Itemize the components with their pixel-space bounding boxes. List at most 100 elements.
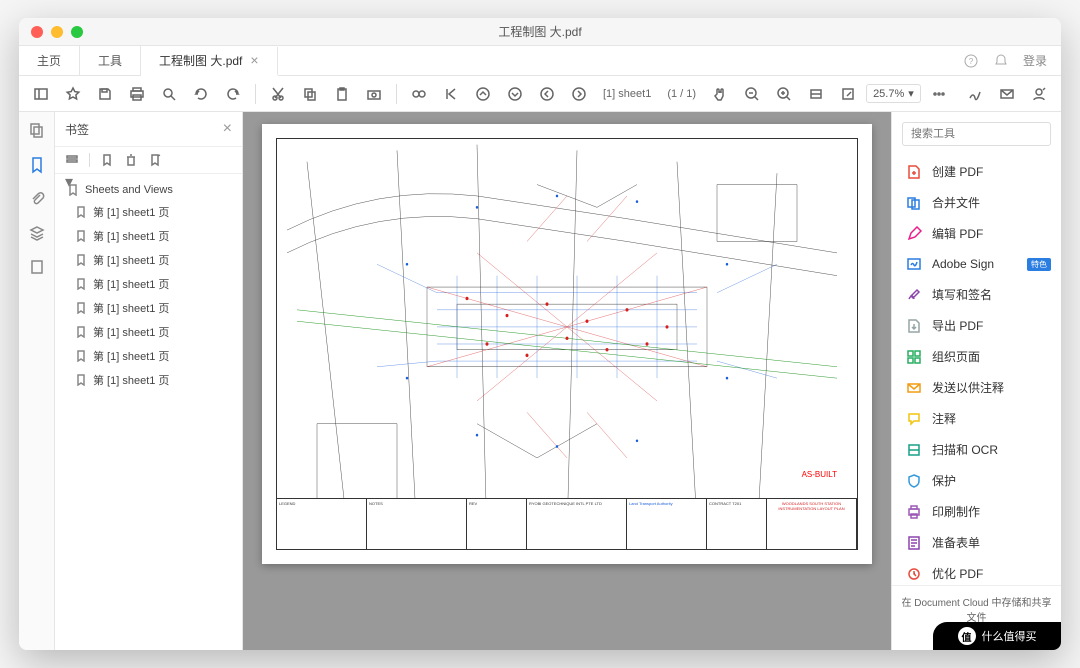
bookmark-item-7[interactable]: 第 [1] sheet1 页 (55, 368, 242, 392)
bookmark-item-5[interactable]: 第 [1] sheet1 页 (55, 320, 242, 344)
page-up-icon[interactable] (469, 80, 497, 108)
tab-tools[interactable]: 工具 (80, 46, 141, 75)
tab-home[interactable]: 主页 (19, 46, 80, 75)
page-icon[interactable] (28, 258, 46, 276)
search-tools-input[interactable] (902, 122, 1051, 146)
close-sidebar-icon[interactable]: × (223, 120, 232, 138)
tool-组织页面[interactable]: 组织页面 (896, 341, 1057, 372)
sidebar-title: 书签 (65, 121, 89, 138)
cut-icon[interactable] (264, 80, 292, 108)
tool-印刷制作[interactable]: 印刷制作 (896, 496, 1057, 527)
bookmark-item-2[interactable]: 第 [1] sheet1 页 (55, 248, 242, 272)
tool-填写和签名[interactable]: 填写和签名 (896, 279, 1057, 310)
page-down-icon[interactable] (501, 80, 529, 108)
more-icon[interactable] (925, 80, 953, 108)
legend-cell: LEGEND (277, 499, 367, 549)
tool-icon (906, 411, 922, 427)
bookmark-item-0[interactable]: 第 [1] sheet1 页 (55, 200, 242, 224)
as-built-stamp: AS-BUILT (802, 470, 837, 479)
sidepanel-toggle-icon[interactable] (27, 80, 55, 108)
tool-label: 印刷制作 (932, 503, 980, 520)
bookmark-find-icon[interactable] (100, 153, 114, 167)
tab-document-label: 工程制图 大.pdf (159, 52, 242, 69)
bookmark-item-3[interactable]: 第 [1] sheet1 页 (55, 272, 242, 296)
bookmark-add-icon[interactable] (148, 153, 162, 167)
select-tool-icon[interactable] (834, 80, 862, 108)
tool-label: 合并文件 (932, 194, 980, 211)
bookmark-item-6[interactable]: 第 [1] sheet1 页 (55, 344, 242, 368)
find-icon[interactable] (405, 80, 433, 108)
tool-icon (906, 164, 922, 180)
zoom-in-icon[interactable] (770, 80, 798, 108)
login-button[interactable]: 登录 (1023, 52, 1047, 69)
left-rail (19, 112, 55, 650)
notes-cell: NOTES (367, 499, 467, 549)
tool-label: 组织页面 (932, 348, 980, 365)
tool-编辑 PDF[interactable]: 编辑 PDF (896, 218, 1057, 249)
help-icon[interactable]: ? (963, 53, 979, 69)
titlebar: 工程制图 大.pdf (19, 18, 1061, 46)
tool-icon (906, 566, 922, 582)
pdf-page: AS-BUILT LEGEND NOTES REV RYOBI GEOTECHN… (262, 124, 872, 564)
save-icon[interactable] (91, 80, 119, 108)
bookmark-item-1[interactable]: 第 [1] sheet1 页 (55, 224, 242, 248)
close-tab-icon[interactable]: × (250, 52, 258, 68)
chevron-down-icon: ▾ (908, 87, 914, 100)
tool-icon (906, 442, 922, 458)
window-title: 工程制图 大.pdf (19, 23, 1061, 40)
bookmark-options-icon[interactable]: ▾ (65, 153, 79, 167)
redo-icon[interactable] (219, 80, 247, 108)
main-toolbar: [1] sheet1 (1 / 1) 25.7%▾ (19, 76, 1061, 112)
sheet-label: [1] sheet1 (597, 88, 657, 100)
tool-优化 PDF[interactable]: 优化 PDF (896, 558, 1057, 585)
thumbnails-icon[interactable] (28, 122, 46, 140)
tool-导出 PDF[interactable]: 导出 PDF (896, 310, 1057, 341)
next-view-icon[interactable] (565, 80, 593, 108)
company-cell: RYOBI GEOTECHNIQUE INTL PTE LTD (527, 499, 627, 549)
camera-icon[interactable] (360, 80, 388, 108)
bookmark-item-icon (75, 230, 87, 242)
bookmark-item-icon (75, 374, 87, 386)
fit-width-icon[interactable] (802, 80, 830, 108)
tool-label: Adobe Sign (932, 257, 994, 271)
tool-保护[interactable]: 保护 (896, 465, 1057, 496)
bookmark-tools: ▾ (55, 147, 242, 174)
bookmark-root[interactable]: Sheets and Views (55, 180, 242, 200)
bookmarks-icon[interactable] (28, 156, 46, 174)
clipboard-icon[interactable] (328, 80, 356, 108)
search-icon[interactable] (155, 80, 183, 108)
tool-badge: 特色 (1027, 258, 1051, 271)
bell-icon[interactable] (993, 53, 1009, 69)
first-page-icon[interactable] (437, 80, 465, 108)
tool-创建 PDF[interactable]: 创建 PDF (896, 156, 1057, 187)
hand-tool-icon[interactable] (706, 80, 734, 108)
attachments-icon[interactable] (28, 190, 46, 208)
bookmark-item-icon (67, 184, 79, 196)
prev-view-icon[interactable] (533, 80, 561, 108)
sign-icon[interactable] (961, 80, 989, 108)
tool-注释[interactable]: 注释 (896, 403, 1057, 434)
document-viewer[interactable]: AS-BUILT LEGEND NOTES REV RYOBI GEOTECHN… (243, 112, 891, 650)
tab-document[interactable]: 工程制图 大.pdf × (141, 47, 278, 76)
layers-icon[interactable] (28, 224, 46, 242)
tool-合并文件[interactable]: 合并文件 (896, 187, 1057, 218)
bookmark-item-4[interactable]: 第 [1] sheet1 页 (55, 296, 242, 320)
svg-text:?: ? (969, 57, 974, 66)
tool-扫描和 OCR[interactable]: 扫描和 OCR (896, 434, 1057, 465)
tools-panel: 创建 PDF 合并文件 编辑 PDF Adobe Sign 特色 填写和签名 导… (891, 112, 1061, 650)
star-icon[interactable] (59, 80, 87, 108)
undo-icon[interactable] (187, 80, 215, 108)
watermark-badge[interactable]: 值 什么值得买 (933, 622, 1061, 650)
tool-icon (906, 287, 922, 303)
tool-Adobe Sign[interactable]: Adobe Sign 特色 (896, 249, 1057, 279)
zoom-select[interactable]: 25.7%▾ (866, 84, 921, 103)
bookmark-delete-icon[interactable] (124, 153, 138, 167)
share-person-icon[interactable] (1025, 80, 1053, 108)
main-area: 书签 × ▾ Sheets and Views 第 [1] sheet1 页 第… (19, 112, 1061, 650)
copy-icon[interactable] (296, 80, 324, 108)
tool-准备表单[interactable]: 准备表单 (896, 527, 1057, 558)
zoom-out-icon[interactable] (738, 80, 766, 108)
print-icon[interactable] (123, 80, 151, 108)
mail-icon[interactable] (993, 80, 1021, 108)
tool-发送以供注释[interactable]: 发送以供注释 (896, 372, 1057, 403)
